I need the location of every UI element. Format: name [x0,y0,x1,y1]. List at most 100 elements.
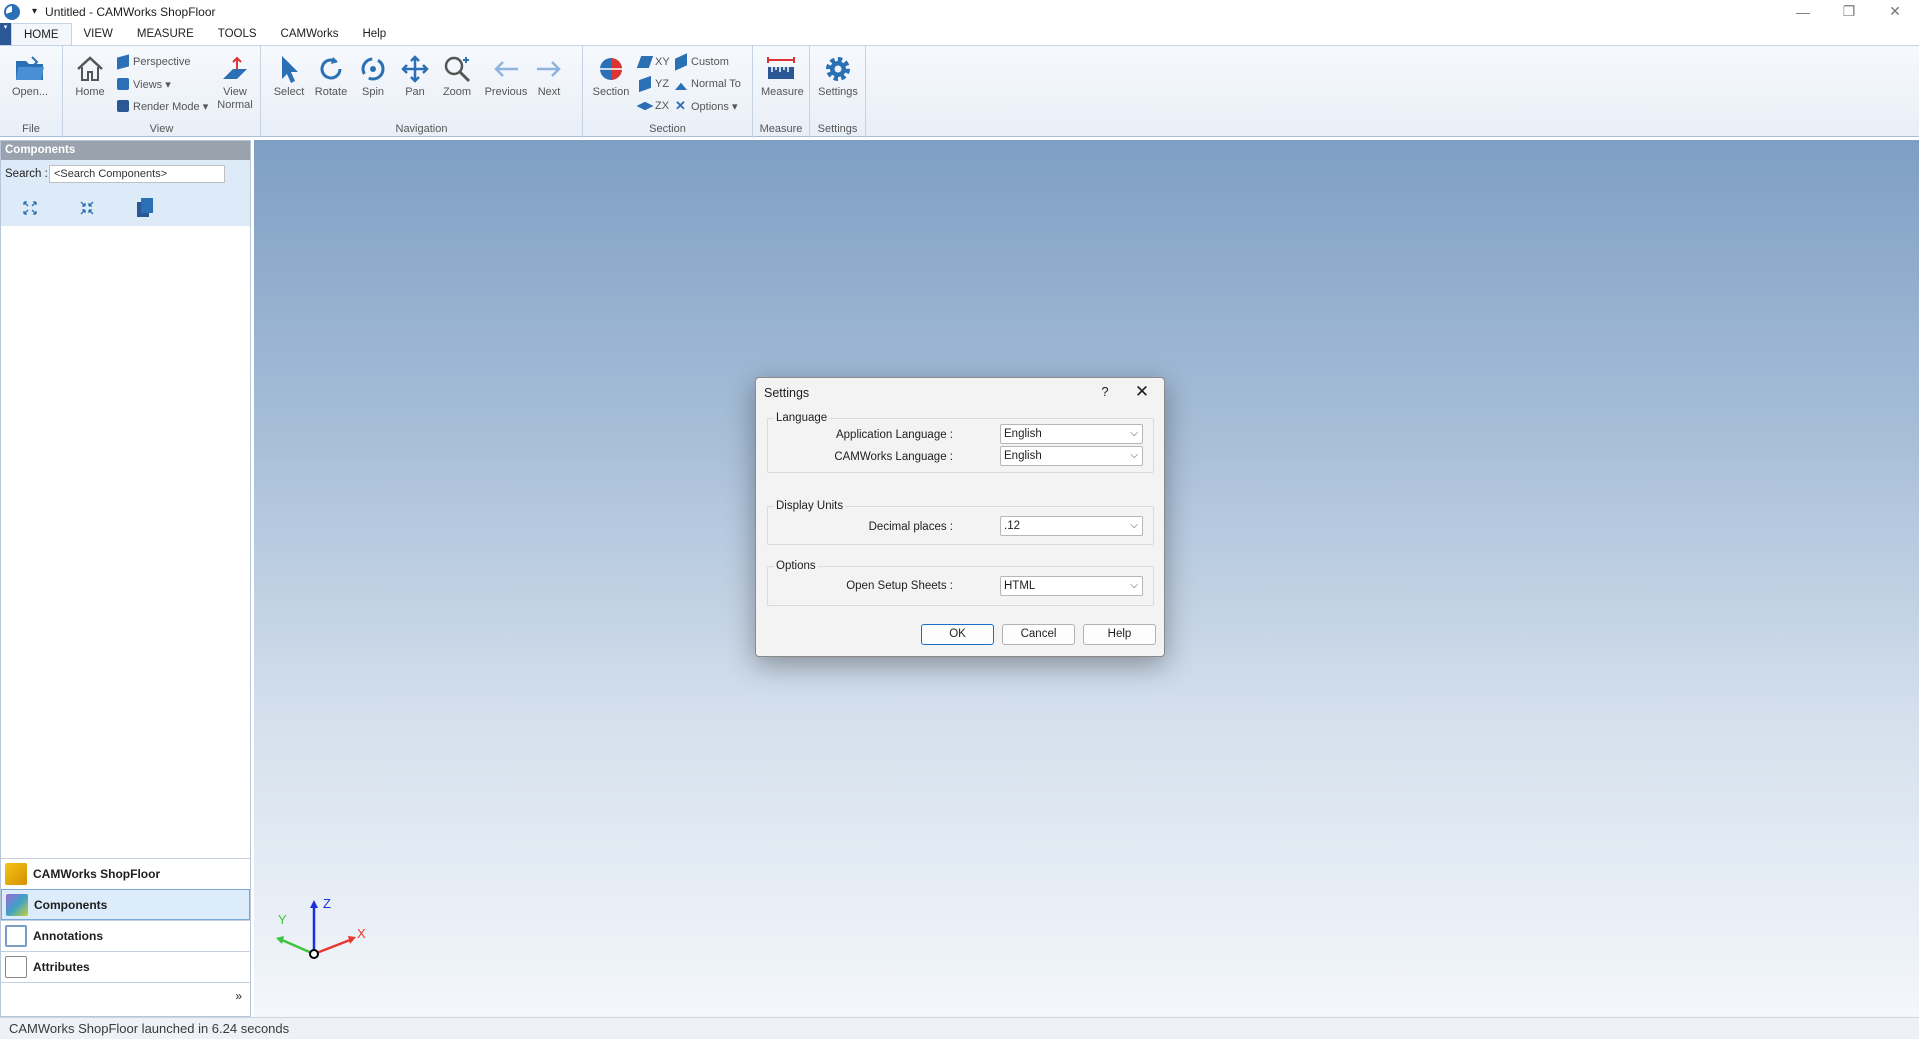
select-button[interactable]: Select [269,52,309,99]
application-language-label: Application Language : [835,429,953,441]
section-xy-button[interactable]: XY [636,53,670,71]
tab-tools[interactable]: TOOLS [206,23,269,45]
render-mode-dropdown[interactable]: Render Mode ▾ [117,97,208,115]
group-label-file: File [22,123,40,135]
spin-button[interactable]: Spin [353,52,393,99]
rotate-button[interactable]: Rotate [311,52,351,99]
ribbon-panel: Open... File Home Perspective Views ▾ Re… [0,45,1919,138]
quick-access-dropdown[interactable]: ▾ [32,6,37,17]
open-setup-sheets-select[interactable]: HTML ⌵ [1000,576,1143,596]
render-mode-icon [117,100,129,112]
file-menu-button[interactable]: ▾ [0,23,11,45]
home-icon [70,52,110,86]
section-custom-button[interactable]: Custom [675,53,729,71]
dialog-close-button[interactable]: ✕ [1130,380,1154,404]
annotations-icon [5,925,27,947]
open-button[interactable]: Open... [10,52,50,99]
perspective-button[interactable]: Perspective [117,53,190,71]
perspective-label: Perspective [133,56,191,68]
minimize-button[interactable]: — [1780,0,1826,23]
section-options-dropdown[interactable]: ✕ Options ▾ [675,97,738,115]
measure-button[interactable]: Measure [761,52,804,99]
ok-button[interactable]: OK [921,624,994,645]
section-button[interactable]: Section [591,52,631,99]
section-custom-label: Custom [691,56,729,68]
options-group: Options Open Setup Sheets : HTML ⌵ [767,560,1154,606]
gear-icon [818,52,858,86]
section-yz-label: YZ [655,78,670,90]
decimal-places-select[interactable]: .12 ⌵ [1000,516,1143,536]
dialog-help-button[interactable]: ? [1095,382,1115,402]
pan-label: Pan [405,86,425,98]
section-normal-to-button[interactable]: Normal To [675,75,741,93]
tab-view[interactable]: VIEW [72,23,125,45]
next-label: Next [537,86,561,98]
nav-more-options[interactable]: » [1,982,250,1010]
views-dropdown[interactable]: Views ▾ [117,75,171,93]
tab-measure[interactable]: MEASURE [125,23,206,45]
tab-help[interactable]: Help [350,23,398,45]
nav-attributes[interactable]: Attributes [1,951,250,982]
zoom-button[interactable]: Zoom [437,52,477,99]
tools-icon: ✕ [675,98,686,113]
spin-icon [353,52,393,86]
title-bar: ▾ Untitled - CAMWorks ShopFloor — ❐ ✕ [0,0,1919,23]
chevron-down-icon: ⌵ [1130,580,1138,591]
ribbon-group-navigation: Select Rotate Spin Pan Zoom Previous Nex… [261,46,583,138]
tab-camworks[interactable]: CAMWorks [269,23,351,45]
tab-home[interactable]: HOME [11,23,72,45]
section-zx-button[interactable]: ZX [636,97,669,115]
nav-camworks-shopfloor[interactable]: CAMWorks ShopFloor [1,858,250,889]
camworks-language-select[interactable]: English ⌵ [1000,446,1143,466]
nav-components[interactable]: Components [1,889,250,920]
arrow-right-icon [529,52,569,86]
group-label-view: View [149,123,174,135]
home-button[interactable]: Home [70,52,110,99]
chevron-down-icon: ⌵ [1130,520,1138,531]
restore-button[interactable]: ❐ [1826,0,1872,23]
expand-all-icon[interactable] [19,197,41,219]
open-setup-sheets-value: HTML [1004,580,1036,592]
attributes-page-icon [5,956,27,978]
custom-plane-icon [675,53,687,71]
help-button[interactable]: Help [1083,624,1156,645]
close-window-button[interactable]: ✕ [1872,0,1918,23]
open-setup-sheets-label: Open Setup Sheets : [846,580,953,592]
cancel-button[interactable]: Cancel [1002,624,1075,645]
next-button[interactable]: Next [529,52,569,99]
view-normal-button[interactable]: View Normal [215,52,255,112]
views-label: Views ▾ [133,78,171,91]
section-label: Section [592,86,630,98]
copy-icon[interactable] [134,197,156,219]
camworks-logo-icon [5,863,27,885]
measure-label: Measure [761,86,804,98]
x-axis-label: X [357,926,366,941]
app-icon[interactable] [4,3,20,20]
search-components-input[interactable] [49,165,225,183]
select-cursor-icon [269,52,309,86]
nav-annotations[interactable]: Annotations [1,920,250,951]
status-bar: CAMWorks ShopFloor launched in 6.24 seco… [0,1017,1919,1039]
settings-button[interactable]: Settings [818,52,858,99]
application-language-select[interactable]: English ⌵ [1000,424,1143,444]
zoom-magnifier-icon [437,52,477,86]
chevron-down-icon: ⌵ [1130,428,1138,439]
triad-origin [309,949,319,959]
y-axis-arrow [276,936,284,944]
section-options-label: Options ▾ [691,100,738,113]
perspective-cube-icon [117,54,129,70]
collapse-all-icon[interactable] [76,197,98,219]
render-mode-label: Render Mode ▾ [133,100,209,113]
open-label: Open... [11,86,49,98]
section-yz-button[interactable]: YZ [639,75,669,93]
z-axis-label: Z [323,896,331,911]
language-group: Language Application Language : English … [767,412,1154,473]
view-normal-label-1: View [223,86,247,98]
ribbon-group-settings: Settings Settings [810,46,866,138]
ribbon-group-section: Section XY YZ ZX Custom Normal To ✕ Opti… [583,46,753,138]
plane-zx-icon [636,101,654,111]
previous-button[interactable]: Previous [483,52,529,99]
application-language-value: English [1004,428,1042,440]
x-axis-arrow [348,936,356,944]
pan-button[interactable]: Pan [395,52,435,99]
